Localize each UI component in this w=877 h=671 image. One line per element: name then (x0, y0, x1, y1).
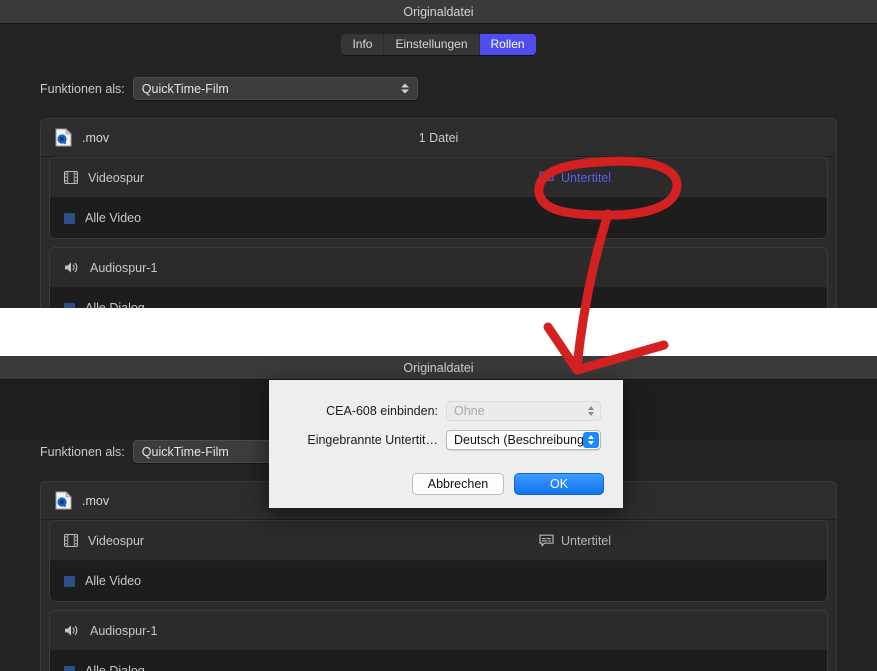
video-track-group: Videospur Untertitel Alle Video (49, 157, 828, 239)
role-row-alle-dialog[interactable]: Alle Dialog (50, 651, 827, 671)
caption-cell[interactable]: Untertitel (517, 158, 827, 197)
closed-caption-icon (539, 171, 554, 184)
funktionen-als-popup[interactable]: QuickTime-Film (132, 77, 418, 100)
ok-button[interactable]: OK (514, 473, 604, 495)
tab-info[interactable]: Info (341, 34, 385, 55)
tabbar: Info Einstellungen Rollen (341, 34, 536, 55)
role-label: Alle Video (85, 211, 142, 225)
caption-label: Untertitel (561, 533, 612, 548)
role-label: Alle Dialog (85, 301, 145, 308)
cancel-button[interactable]: Abbrechen (412, 473, 504, 495)
top-window-body: Info Einstellungen Rollen Funktionen als… (0, 24, 877, 308)
caption-cell[interactable]: Untertitel (517, 521, 827, 560)
role-row-alle-dialog[interactable]: Alle Dialog (50, 288, 827, 308)
filmstrip-icon (63, 533, 79, 548)
role-row-alle-video[interactable]: Alle Video (50, 198, 827, 238)
cea-608-popup[interactable]: Ohne (446, 401, 601, 421)
top-window-titlebar: Originaldatei (0, 0, 877, 24)
cea-608-row: CEA-608 einbinden: Ohne (269, 401, 623, 421)
burned-in-subtitles-popup[interactable]: Deutsch (Beschreibung) (446, 430, 601, 450)
track-row-videospur[interactable]: Videospur Untertitel (50, 521, 827, 561)
dialog-button-bar: Abbrechen OK (412, 473, 604, 495)
window-title: Originaldatei (403, 360, 474, 375)
role-label: Alle Dialog (85, 664, 145, 671)
cea-608-value: Ohne (454, 404, 485, 418)
roles-list-panel: .mov 1 Datei (40, 481, 837, 671)
bottom-window-titlebar: Originaldatei (0, 356, 877, 380)
funktionen-als-value: QuickTime-Film (141, 444, 229, 459)
filmstrip-icon (63, 170, 79, 185)
chevron-updown-icon (401, 81, 410, 96)
file-row[interactable]: .mov 1 Datei (41, 119, 836, 157)
tab-rollen[interactable]: Rollen (479, 34, 536, 55)
tab-einstellungen[interactable]: Einstellungen (384, 34, 480, 55)
track-row-audiospur-1[interactable]: Audiospur-1 (50, 248, 827, 288)
funktionen-als-row: Funktionen als: QuickTime-Film (40, 77, 877, 100)
audio-track-group: Audiospur-1 Alle Dialog (49, 247, 828, 308)
track-label: Videospur (88, 533, 145, 548)
funktionen-als-label: Funktionen als: (40, 81, 125, 96)
color-swatch-icon (64, 212, 75, 224)
speaker-icon (64, 624, 80, 637)
burned-in-subtitles-label: Eingebrannte Untertit… (307, 433, 438, 447)
quicktime-document-icon (55, 128, 72, 147)
file-name: .mov (82, 493, 110, 508)
role-row-alle-video[interactable]: Alle Video (50, 561, 827, 601)
funktionen-als-value: QuickTime-Film (141, 81, 229, 96)
tabbar-container: Info Einstellungen Rollen (0, 24, 877, 55)
chevron-updown-icon[interactable] (583, 432, 599, 448)
track-row-videospur[interactable]: Videospur Untertitel (50, 158, 827, 198)
file-count: 1 Datei (418, 130, 459, 145)
role-label: Alle Video (85, 574, 142, 588)
speaker-icon (64, 261, 80, 274)
burned-in-subtitles-row: Eingebrannte Untertit… Deutsch (Beschrei… (269, 430, 623, 450)
caption-label: Untertitel (561, 170, 612, 185)
color-swatch-icon (64, 575, 75, 587)
video-track-group: Videospur Untertitel Alle Video (49, 520, 828, 602)
color-swatch-icon (64, 665, 75, 671)
audio-track-group: Audiospur-1 Alle Dialog (49, 610, 828, 671)
closed-caption-icon (539, 534, 554, 547)
screenshot-separator-band (0, 308, 877, 356)
quicktime-document-icon (55, 491, 72, 510)
cea-608-label: CEA-608 einbinden: (326, 404, 438, 418)
track-row-audiospur-1[interactable]: Audiospur-1 (50, 611, 827, 651)
track-label: Audiospur-1 (90, 260, 158, 275)
funktionen-als-label: Funktionen als: (40, 444, 125, 459)
subtitle-settings-dialog: CEA-608 einbinden: Ohne Eingebrannte Unt… (269, 380, 623, 508)
burned-in-subtitles-value: Deutsch (Beschreibung) (454, 433, 589, 447)
window-title: Originaldatei (403, 4, 474, 19)
track-label: Videospur (88, 170, 145, 185)
track-label: Audiospur-1 (90, 623, 158, 638)
top-window-screenshot: Originaldatei Info Einstellungen Rollen … (0, 0, 877, 308)
chevron-updown-icon (583, 403, 598, 419)
file-name: .mov (82, 130, 110, 145)
roles-list-panel: .mov 1 Datei (40, 118, 837, 308)
